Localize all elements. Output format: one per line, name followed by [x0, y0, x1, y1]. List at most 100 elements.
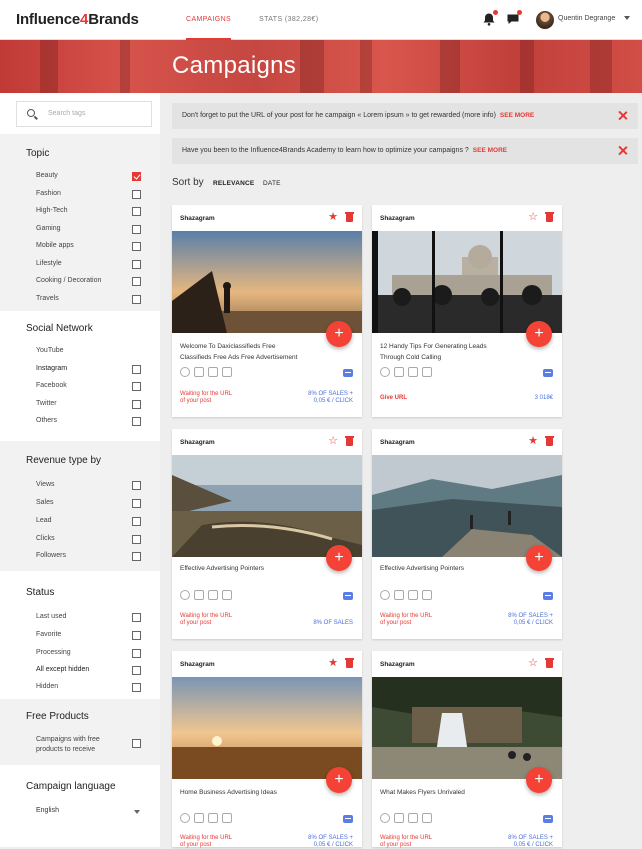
card-title[interactable]: Effective Advertising Pointers	[380, 563, 530, 574]
card-title-line2: Through Cold Calling	[380, 354, 442, 361]
sort-date[interactable]: DATE	[263, 180, 281, 187]
social-checkbox-twitter[interactable]	[132, 400, 141, 409]
star-outline-icon[interactable]: ☆	[528, 212, 538, 223]
close-icon[interactable]	[618, 110, 628, 120]
card-image[interactable]	[372, 455, 562, 557]
avatar[interactable]	[536, 11, 554, 29]
social-checkbox-others[interactable]	[132, 417, 141, 426]
card-image[interactable]	[372, 677, 562, 779]
revenue-checkbox-views[interactable]	[132, 481, 141, 490]
social-icons	[380, 367, 432, 377]
language-select[interactable]: English	[36, 807, 59, 814]
see-more-link[interactable]: SEE MORE	[500, 112, 534, 119]
sort-relevance[interactable]: RELEVANCE	[213, 180, 254, 187]
globe-icon	[180, 813, 190, 823]
tab-campaigns[interactable]: CAMPAIGNS	[186, 0, 232, 40]
close-icon[interactable]	[618, 145, 628, 155]
topic-section: Topic Beauty Fashion High-Tech Gaming Mo…	[0, 134, 160, 311]
status-checkbox-all-except-hidden[interactable]	[132, 666, 141, 675]
logo[interactable]: Influence4Brands	[16, 11, 139, 28]
card-title[interactable]: Welcome To Daxiclassifieds Free Classifie…	[180, 341, 330, 363]
trash-icon[interactable]	[545, 212, 554, 222]
twitter-icon	[422, 590, 432, 600]
social-option-facebook: Facebook	[36, 382, 67, 389]
topic-checkbox-beauty[interactable]	[132, 172, 141, 181]
instagram-icon	[394, 367, 404, 377]
campaign-card[interactable]: Shazagram ☆ + 12 Handy Tips For Generati…	[372, 205, 562, 417]
status-option-all-except-hidden: All except hidden	[36, 666, 90, 673]
card-title[interactable]: Effective Advertising Pointers	[180, 563, 330, 574]
topic-checkbox-travels[interactable]	[132, 295, 141, 304]
topic-checkbox-lifestyle[interactable]	[132, 260, 141, 269]
star-outline-icon[interactable]: ☆	[528, 658, 538, 669]
card-title[interactable]: Home Business Advertising Ideas	[180, 787, 330, 798]
instagram-icon	[394, 590, 404, 600]
revenue-checkbox-clicks[interactable]	[132, 535, 141, 544]
see-more-link[interactable]: SEE MORE	[473, 147, 507, 154]
status-option-hidden: Hidden	[36, 683, 59, 690]
card-brand: Shazagram	[380, 215, 415, 222]
status-option-processing: Processing	[36, 649, 71, 656]
card-image[interactable]	[172, 231, 362, 333]
social-checkbox-facebook[interactable]	[132, 382, 141, 391]
topic-checkbox-cooking[interactable]	[132, 277, 141, 286]
facebook-icon	[208, 590, 218, 600]
campaign-card[interactable]: Shazagram ★ + Home Business Advertising …	[172, 651, 362, 848]
search-input[interactable]: Search tags	[16, 101, 152, 127]
status-section: Status Last used Favorite Processing All…	[0, 573, 160, 693]
topic-checkbox-gaming[interactable]	[132, 225, 141, 234]
star-outline-icon[interactable]: ☆	[328, 436, 338, 447]
status-checkbox-favorite[interactable]	[132, 631, 141, 640]
social-checkbox-instagram[interactable]	[132, 365, 141, 374]
trash-icon[interactable]	[345, 436, 354, 446]
trash-icon[interactable]	[545, 436, 554, 446]
card-image[interactable]	[372, 231, 562, 333]
tab-stats[interactable]: STATS (382,28€)	[259, 0, 318, 40]
notice-academy: Have you been to the Influence4Brands Ac…	[172, 138, 638, 164]
topic-checkbox-fashion[interactable]	[132, 190, 141, 199]
social-option-twitter: Twitter	[36, 400, 57, 407]
status-checkbox-hidden[interactable]	[132, 683, 141, 692]
globe-icon	[180, 590, 190, 600]
status-option-favorite: Favorite	[36, 631, 62, 638]
card-title-line1: What Makes Flyers Unrivaled	[380, 789, 465, 796]
trash-icon[interactable]	[545, 658, 554, 668]
free-products-checkbox[interactable]	[132, 739, 141, 748]
card-image[interactable]	[172, 677, 362, 779]
globe-icon	[180, 367, 190, 377]
star-filled-icon[interactable]: ★	[328, 658, 338, 669]
campaign-card[interactable]: Shazagram ☆ + Effective Advertising Poin…	[172, 429, 362, 639]
card-image[interactable]	[172, 455, 362, 557]
revenue-checkbox-lead[interactable]	[132, 517, 141, 526]
message-dot	[517, 10, 522, 15]
card-status[interactable]: Give URL	[380, 395, 470, 402]
status-checkbox-processing[interactable]	[132, 649, 141, 658]
card-brand: Shazagram	[380, 439, 415, 446]
campaign-card[interactable]: Shazagram ★ + Effective Advertising Poin…	[372, 429, 562, 639]
card-title-line2: Classifieds Free Ads Free Advertisement	[180, 354, 298, 361]
chevron-down-icon[interactable]	[134, 810, 140, 814]
campaign-card[interactable]: Shazagram ★ + Welcome To Daxiclassifieds…	[172, 205, 362, 417]
campaign-card[interactable]: Shazagram ☆ + What Makes Flyers Unrivale…	[372, 651, 562, 848]
chevron-down-icon[interactable]	[624, 16, 630, 20]
topic-checkbox-mobile-apps[interactable]	[132, 242, 141, 251]
status-checkbox-last-used[interactable]	[132, 613, 141, 622]
card-brand: Shazagram	[380, 661, 415, 668]
card-title-line1: Effective Advertising Pointers	[380, 565, 465, 572]
trash-icon[interactable]	[345, 658, 354, 668]
card-title[interactable]: What Makes Flyers Unrivaled	[380, 787, 530, 798]
card-title[interactable]: 12 Handy Tips For Generating Leads Throug…	[380, 341, 530, 363]
video-icon	[543, 592, 553, 600]
topic-option-gaming: Gaming	[36, 225, 61, 232]
trash-icon[interactable]	[345, 212, 354, 222]
bell-icon[interactable]	[482, 10, 498, 26]
user-name[interactable]: Quentin Degrange	[558, 15, 615, 22]
star-filled-icon[interactable]: ★	[328, 212, 338, 223]
star-filled-icon[interactable]: ★	[528, 436, 538, 447]
topic-checkbox-high-tech[interactable]	[132, 207, 141, 216]
revenue-option-followers: Followers	[36, 552, 66, 559]
logo-text-brands: Brands	[88, 11, 139, 28]
revenue-checkbox-sales[interactable]	[132, 499, 141, 508]
message-icon[interactable]	[506, 10, 522, 26]
revenue-checkbox-followers[interactable]	[132, 552, 141, 561]
